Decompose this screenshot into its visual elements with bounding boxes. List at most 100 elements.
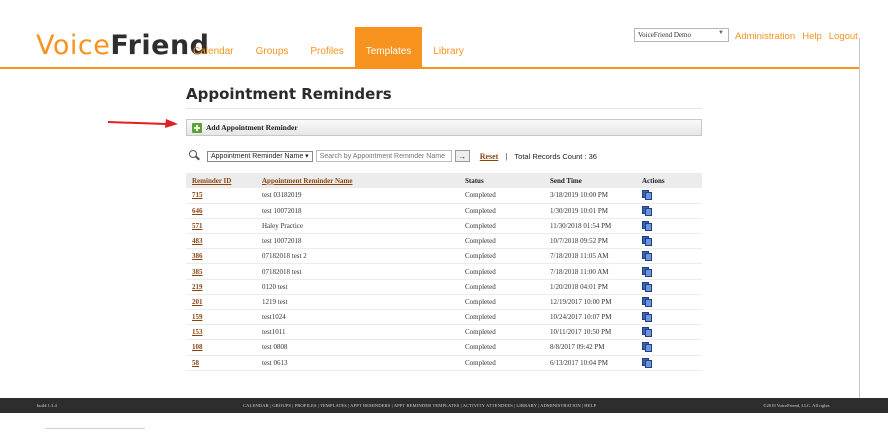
search-bar: Appointment Reminder Name ▾ → Reset | To… <box>188 149 597 163</box>
reminder-id-link[interactable]: 201 <box>186 294 256 311</box>
reminder-id-link[interactable]: 571 <box>186 218 256 235</box>
reminder-id-link[interactable]: 386 <box>186 248 256 265</box>
table-row[interactable]: 201 1219 test Completed 12/19/2017 10:00 PM <box>186 294 702 311</box>
nav-groups[interactable]: Groups <box>245 27 300 68</box>
nav-templates[interactable]: Templates <box>354 27 423 68</box>
row-actions <box>636 339 702 356</box>
search-icon <box>188 150 200 162</box>
reminder-send-time: 7/18/2018 11:00 AM <box>544 263 636 280</box>
reminder-id-link[interactable]: 58 <box>186 355 256 371</box>
table-row[interactable]: 153 test1011 Completed 10/11/2017 10:50 PM <box>186 324 702 341</box>
table-row[interactable]: 385 07182018 test Completed 7/18/2018 11:00… <box>186 263 702 280</box>
search-field-select[interactable]: Appointment Reminder Name ▾ <box>207 150 313 162</box>
reminder-id-link[interactable]: 219 <box>186 279 256 295</box>
row-actions <box>636 218 702 235</box>
add-appointment-reminder-button[interactable]: Add Appointment Reminder <box>186 119 702 136</box>
nav-library[interactable]: Library <box>422 27 475 68</box>
add-button-label: Add Appointment Reminder <box>206 123 298 132</box>
reminder-name: test 0808 <box>256 339 459 356</box>
logout-link[interactable]: Logout <box>829 31 858 42</box>
copy-icon[interactable] <box>642 312 652 323</box>
reminder-status: Completed <box>459 188 544 204</box>
row-actions <box>636 263 702 280</box>
reminder-id-link[interactable]: 385 <box>186 263 256 280</box>
table-row[interactable]: 646 test 10072018 Completed 1/30/2019 10:01… <box>186 203 702 219</box>
copy-icon[interactable] <box>642 342 652 353</box>
copy-icon[interactable] <box>642 266 652 277</box>
reminder-status: Completed <box>459 279 544 295</box>
reminder-id-link[interactable]: 159 <box>186 309 256 326</box>
row-actions <box>636 233 702 250</box>
reminder-send-time: 6/13/2017 10:04 PM <box>544 355 636 371</box>
reminder-send-time: 1/20/2018 04:01 PM <box>544 279 636 295</box>
footer: build 1.3.4 CALENDAR | GROUPS | PROFILES… <box>0 398 888 413</box>
table-row[interactable]: 108 test 0808 Completed 8/8/2017 09:42 PM <box>186 339 702 356</box>
copy-icon[interactable] <box>642 236 652 247</box>
column-header-actions: Actions <box>636 173 702 188</box>
reminder-send-time: 8/8/2017 09:42 PM <box>544 339 636 356</box>
reminder-id-link[interactable]: 715 <box>186 188 256 204</box>
title-divider <box>186 108 702 109</box>
reminder-id-link[interactable]: 108 <box>186 339 256 356</box>
administration-link[interactable]: Administration <box>735 31 795 42</box>
separator: | <box>505 151 508 161</box>
copy-icon[interactable] <box>642 251 652 262</box>
copyright: ©2019 VoiceFriend, LLC. All rights <box>763 403 830 408</box>
red-arrow-annotation-icon <box>108 119 178 128</box>
table-header-row: Reminder ID Appointment Reminder Name St… <box>186 173 702 188</box>
nav-profiles[interactable]: Profiles <box>299 27 354 68</box>
copy-icon[interactable] <box>642 327 652 338</box>
copy-icon[interactable] <box>642 205 652 216</box>
copy-icon[interactable] <box>642 357 652 368</box>
reminder-send-time: 7/18/2018 11:05 AM <box>544 248 636 265</box>
column-header-reminder-id[interactable]: Reminder ID <box>186 173 256 188</box>
table-body: 715 test 03182019 Completed 3/18/2019 10:00… <box>186 188 702 371</box>
reminders-table: Reminder ID Appointment Reminder Name St… <box>186 173 702 371</box>
search-go-button[interactable]: → <box>454 150 470 162</box>
column-header-reminder-name[interactable]: Appointment Reminder Name <box>256 173 459 188</box>
help-link[interactable]: Help <box>802 31 822 42</box>
header-divider <box>0 67 860 69</box>
table-row[interactable]: 715 test 03182019 Completed 3/18/2019 10:00… <box>186 188 702 204</box>
window-edge <box>45 428 145 429</box>
reminder-name: test 03182019 <box>256 188 459 204</box>
reminder-send-time: 3/18/2019 10:00 PM <box>544 188 636 204</box>
table-row[interactable]: 58 test 0613 Completed 6/13/2017 10:04 PM <box>186 355 702 371</box>
top-links: Administration Help Logout <box>735 31 858 42</box>
reminder-status: Completed <box>459 263 544 280</box>
table-row[interactable]: 571 Haley Practice Completed 11/30/2018 01:… <box>186 218 702 235</box>
copy-icon[interactable] <box>642 190 652 201</box>
copy-icon[interactable] <box>642 220 652 231</box>
reminder-status: Completed <box>459 233 544 250</box>
reminder-status: Completed <box>459 324 544 341</box>
copy-icon[interactable] <box>642 296 652 307</box>
row-actions <box>636 355 702 371</box>
reminder-name: test 0613 <box>256 355 459 371</box>
reset-link[interactable]: Reset <box>480 152 499 161</box>
row-actions <box>636 188 702 204</box>
reminder-status: Completed <box>459 309 544 326</box>
reminder-name: 07182018 test <box>256 263 459 280</box>
reminder-send-time: 1/30/2019 10:01 PM <box>544 203 636 219</box>
row-actions <box>636 324 702 341</box>
footer-links[interactable]: CALENDAR | GROUPS | PROFILES | TEMPLATES… <box>243 403 596 408</box>
table-row[interactable]: 159 test1024 Completed 10/24/2017 10:07 PM <box>186 309 702 326</box>
copy-icon[interactable] <box>642 281 652 292</box>
table-row[interactable]: 219 0120 test Completed 1/20/2018 04:01 PM <box>186 279 702 295</box>
table-row[interactable]: 483 test 10072018 Completed 10/7/2018 09:52… <box>186 233 702 250</box>
reminder-status: Completed <box>459 203 544 219</box>
reminder-name: 1219 test <box>256 294 459 311</box>
reminder-send-time: 10/24/2017 10:07 PM <box>544 309 636 326</box>
reminder-id-link[interactable]: 153 <box>186 324 256 341</box>
nav-calendar[interactable]: Calendar <box>182 27 245 68</box>
reminder-send-time: 10/11/2017 10:50 PM <box>544 324 636 341</box>
table-row[interactable]: 386 07182018 test 2 Completed 7/18/2018 11:… <box>186 248 702 265</box>
reminder-name: test1024 <box>256 309 459 326</box>
reminder-id-link[interactable]: 483 <box>186 233 256 250</box>
search-input[interactable] <box>315 150 452 162</box>
account-select[interactable]: VoiceFriend Demo ▼ <box>634 28 729 42</box>
reminder-status: Completed <box>459 294 544 311</box>
scrollbar-track[interactable] <box>859 38 860 400</box>
reminder-id-link[interactable]: 646 <box>186 203 256 219</box>
column-header-send-time: Send Time <box>544 173 636 188</box>
